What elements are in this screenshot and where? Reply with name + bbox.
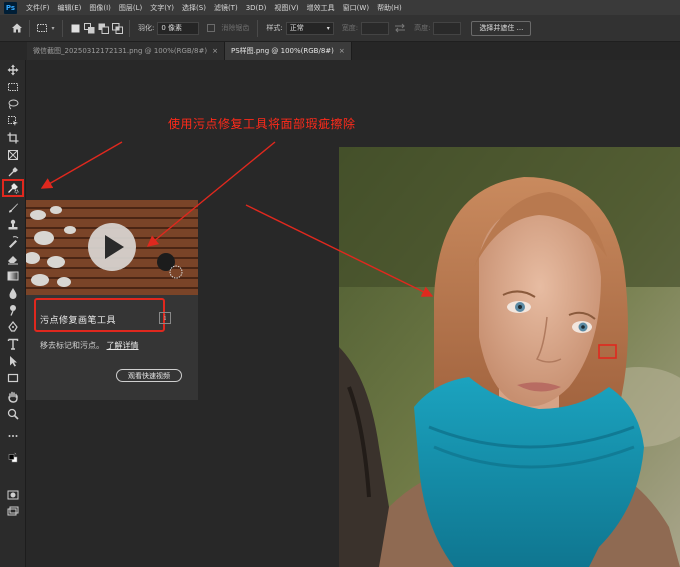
tab-title: PS样图.png @ 100%(RGB/8#) [230,47,334,55]
style-value: 正常 [289,24,304,32]
object-select-icon[interactable] [4,113,22,129]
menu-3d[interactable]: 3D(D) [242,4,271,12]
portrait-photo[interactable] [339,147,680,567]
screen-mode-icon[interactable] [4,504,22,520]
menu-help[interactable]: 帮助(H) [373,3,406,13]
marquee-preset-icon[interactable] [35,21,49,35]
brush-icon[interactable] [4,200,22,216]
divider [129,19,130,37]
menu-edit[interactable]: 编辑(E) [54,3,86,13]
spot-healing-brush-icon[interactable] [2,179,24,197]
width-label: 宽度: [341,24,359,32]
divider [29,19,30,37]
chevron-down-icon: ▾ [326,24,330,32]
marquee-icon[interactable] [4,79,22,95]
rectangle-icon[interactable] [4,370,22,386]
menu-layer[interactable]: 图层(L) [115,3,146,13]
subtract-selection-icon[interactable] [96,21,110,35]
menu-plugins[interactable]: 增效工具 [303,3,339,13]
feather-input[interactable]: 0 像素 [157,21,200,35]
color-swatches-icon[interactable] [4,445,22,471]
divider [62,19,63,37]
divider [257,19,259,37]
menu-select[interactable]: 选择(S) [178,3,210,13]
options-bar: ▾ 羽化: 0 像素 消除锯齿 样式: 正常 ▾ 宽度: 高度: 选择并遮住 .… [0,15,680,42]
tool-description: 移去标记和污点。 了解详情 [40,340,139,351]
path-select-icon[interactable] [4,353,22,369]
new-selection-icon[interactable] [68,21,82,35]
frame-icon[interactable] [4,147,22,163]
tool-tip-panel: 污点修复画笔工具 i 移去标记和污点。 了解详情 观看快速视频 [26,200,198,400]
quick-mask-icon[interactable] [4,487,22,503]
tool-name: 污点修复画笔工具 [40,316,117,326]
antialias-label: 消除锯齿 [221,24,250,32]
height-input[interactable] [433,21,462,35]
info-icon[interactable]: i [159,312,171,324]
menu-filter[interactable]: 滤镜(T) [210,3,242,13]
height-label: 高度: [414,24,431,32]
swap-dimensions-icon[interactable] [393,21,407,35]
annotation-text: 使用污点修复工具将面部瑕疵擦除 [168,117,356,131]
antialias-checkbox[interactable] [207,24,216,32]
document-tab-bar: 微信截图_20250312172131.png @ 100%(RGB/8#) ×… [27,42,680,60]
add-selection-icon[interactable] [82,21,96,35]
width-input[interactable] [361,21,390,35]
tools-panel [0,60,26,567]
gradient-icon[interactable] [4,268,22,284]
hand-icon[interactable] [4,389,22,405]
menu-file[interactable]: 文件(F) [22,3,54,13]
type-icon[interactable] [4,336,22,352]
eyedropper-icon[interactable] [4,164,22,180]
document-tab-active[interactable]: PS样图.png @ 100%(RGB/8#) × [224,42,352,60]
history-brush-icon[interactable] [4,234,22,250]
tutorial-video-thumbnail[interactable] [26,200,198,295]
intersect-selection-icon[interactable] [110,21,124,35]
zoom-icon[interactable] [4,406,22,422]
home-icon[interactable] [10,21,24,35]
style-select[interactable]: 正常 ▾ [285,21,334,35]
photoshop-logo: Ps [4,1,17,14]
close-icon[interactable]: × [212,47,218,55]
tab-title: 微信截图_20250312172131.png @ 100%(RGB/8#) [33,47,208,55]
move-icon[interactable] [4,62,22,78]
select-and-mask-button[interactable]: 选择并遮住 ... [471,20,532,36]
close-icon[interactable]: × [339,47,345,55]
menu-window[interactable]: 窗口(W) [339,3,373,13]
more-tools-icon[interactable] [4,428,22,444]
menu-bar: Ps 文件(F) 编辑(E) 图像(I) 图层(L) 文字(Y) 选择(S) 滤… [0,0,680,15]
clone-stamp-icon[interactable] [4,217,22,233]
description-text: 移去标记和污点。 [40,341,104,350]
learn-more-link[interactable]: 了解详情 [107,341,139,350]
feather-label: 羽化: [138,24,155,32]
pen-icon[interactable] [4,319,22,335]
blur-icon[interactable] [4,285,22,301]
document-tab[interactable]: 微信截图_20250312172131.png @ 100%(RGB/8#) × [27,42,225,60]
chevron-down-icon[interactable]: ▾ [49,21,57,35]
style-label: 样式: [266,24,283,32]
lasso-icon[interactable] [4,96,22,112]
eraser-icon[interactable] [4,251,22,267]
dodge-icon[interactable] [4,302,22,318]
menu-view[interactable]: 视图(V) [270,3,302,13]
menu-image[interactable]: 图像(I) [85,3,115,13]
watch-quick-video-button[interactable]: 观看快速视频 [116,369,182,382]
crop-icon[interactable] [4,130,22,146]
menu-type[interactable]: 文字(Y) [146,3,178,13]
